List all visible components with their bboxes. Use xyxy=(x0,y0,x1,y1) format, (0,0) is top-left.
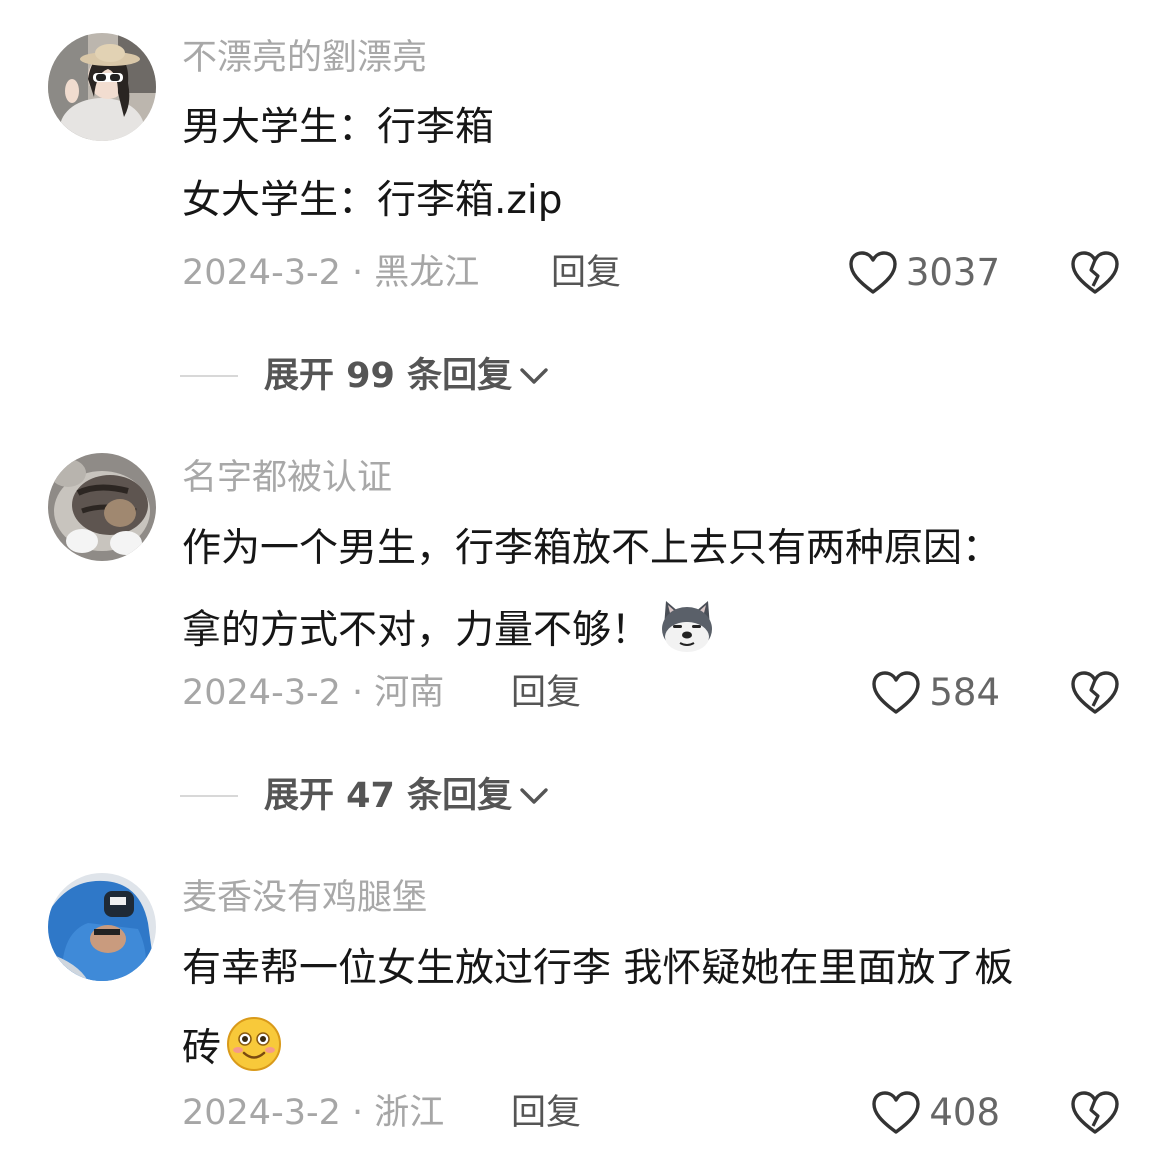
comment-text: 拿的方式不对，力量不够！ xyxy=(182,597,716,657)
expand-replies-button[interactable]: 展开 99 条回复 xyxy=(180,354,550,398)
husky-dog-emoji xyxy=(662,601,713,652)
comment-text: 女大学生：行李箱.zip xyxy=(182,178,563,223)
divider xyxy=(180,795,238,797)
like-button[interactable]: 584 xyxy=(871,670,1000,716)
broken-heart-icon[interactable] xyxy=(1070,670,1120,716)
heart-outline-icon xyxy=(872,671,921,714)
comment-text: 有幸帮一位女生放过行李 我怀疑她在里面放了板 xyxy=(182,946,1014,991)
like-count: 3037 xyxy=(905,251,1000,294)
divider xyxy=(180,375,238,377)
comment-date-location: 2024-3-2 · 河南 xyxy=(182,673,445,713)
heart-outline-icon xyxy=(849,251,897,294)
broken-heart-icon[interactable] xyxy=(1070,250,1120,296)
like-button[interactable]: 408 xyxy=(871,1090,1000,1136)
broken-heart-icon[interactable] xyxy=(1070,1090,1120,1136)
expand-replies-label: 展开 99 条回复 xyxy=(264,356,513,396)
reply-button[interactable]: 回复 xyxy=(551,251,621,295)
like-count: 584 xyxy=(929,671,1000,714)
chevron-down-icon xyxy=(520,368,548,384)
comment-username[interactable]: 名字都被认证 xyxy=(182,456,392,500)
avatar[interactable] xyxy=(48,873,156,981)
comment-text-content: 砖 xyxy=(182,1026,222,1071)
expand-replies-label: 展开 47 条回复 xyxy=(264,776,513,816)
reply-button[interactable]: 回复 xyxy=(511,671,581,715)
reply-button[interactable]: 回复 xyxy=(511,1091,581,1135)
like-button[interactable]: 3037 xyxy=(848,250,1000,296)
chevron-down-icon xyxy=(520,788,548,804)
expand-replies-button[interactable]: 展开 47 条回复 xyxy=(180,774,550,818)
comment-text-content: 拿的方式不对，力量不够！ xyxy=(182,608,651,653)
heart-outline-icon xyxy=(872,1091,921,1134)
comment-username[interactable]: 不漂亮的劉漂亮 xyxy=(182,36,427,80)
comment-date-location: 2024-3-2 · 黑龙江 xyxy=(182,253,480,293)
comment-text: 男大学生：行李箱 xyxy=(182,105,495,150)
like-count: 408 xyxy=(929,1091,1000,1134)
avatar[interactable] xyxy=(48,453,156,561)
smiling-face-emoji xyxy=(227,1017,282,1071)
comment-text: 砖 xyxy=(182,1015,283,1075)
comment-date-location: 2024-3-2 · 浙江 xyxy=(182,1093,445,1133)
avatar[interactable] xyxy=(48,33,156,141)
comment-username[interactable]: 麦香没有鸡腿堡 xyxy=(182,876,427,920)
comment-text: 作为一个男生，行李箱放不上去只有两种原因： xyxy=(182,526,1002,571)
